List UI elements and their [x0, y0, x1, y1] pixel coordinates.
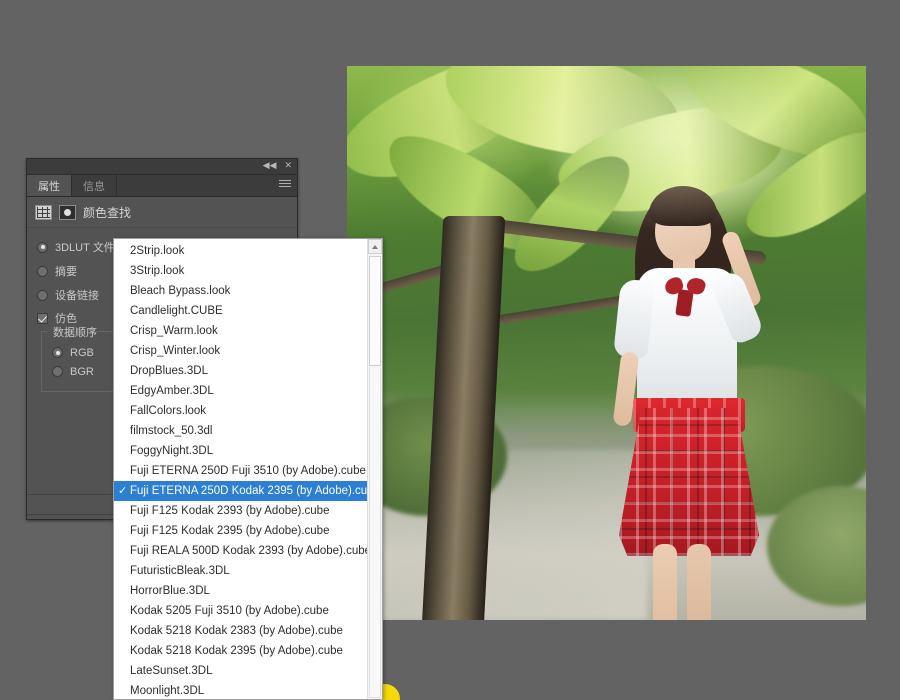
lut-dropdown-item[interactable]: Fuji F125 Kodak 2395 (by Adobe).cube — [114, 521, 367, 541]
app-window: ◀◀ ✕ 属性 信息 颜色查找 3DLUT 文件 Fuji ETERNA 250… — [0, 0, 900, 700]
document-photo[interactable] — [347, 66, 866, 620]
radio-rgb[interactable] — [52, 347, 63, 358]
lut-dropdown-item-label: HorrorBlue.3DL — [130, 585, 210, 597]
dropdown-scrollbar[interactable] — [367, 239, 382, 699]
tab-info[interactable]: 信息 — [72, 175, 117, 196]
lut-dropdown-item-label: EdgyAmber.3DL — [130, 385, 214, 397]
label-abstract: 摘要 — [55, 266, 77, 278]
radio-device-link[interactable] — [37, 289, 48, 301]
lut-dropdown-item-label: Fuji REALA 500D Kodak 2393 (by Adobe).cu… — [130, 545, 367, 557]
lut-dropdown-item[interactable]: Crisp_Winter.look — [114, 341, 367, 361]
left-leg — [653, 544, 677, 620]
panel-menu-icon[interactable] — [279, 180, 291, 190]
label-rgb: RGB — [70, 346, 94, 359]
data-order-row-rgb[interactable]: RGB — [42, 343, 124, 362]
lut-dropdown-item-label: Fuji F125 Kodak 2395 (by Adobe).cube — [130, 525, 330, 537]
lut-dropdown-item-label: Crisp_Winter.look — [130, 345, 221, 357]
lut-dropdown-item-label: Kodak 5205 Fuji 3510 (by Adobe).cube — [130, 605, 329, 617]
panel-titlebar[interactable]: ◀◀ ✕ — [27, 159, 297, 175]
radio-3dlut-file[interactable] — [37, 241, 48, 253]
lut-dropdown-item[interactable]: Bleach Bypass.look — [114, 281, 367, 301]
lut-dropdown-item[interactable]: HorrorBlue.3DL — [114, 581, 367, 601]
lut-dropdown-item[interactable]: EdgyAmber.3DL — [114, 381, 367, 401]
panel-window-controls: ◀◀ ✕ — [263, 160, 292, 171]
lut-dropdown-item[interactable]: Fuji ETERNA 250D Fuji 3510 (by Adobe).cu… — [114, 461, 367, 481]
radio-bgr[interactable] — [52, 366, 63, 377]
lut-dropdown-item-label: FallColors.look — [130, 405, 207, 417]
lut-dropdown-item[interactable]: Moonlight.3DL — [114, 681, 367, 699]
panel-header: 颜色查找 — [27, 197, 297, 228]
lut-dropdown-item[interactable]: FoggyNight.3DL — [114, 441, 367, 461]
lut-dropdown-item-label: FuturisticBleak.3DL — [130, 565, 230, 577]
panel-tab-bar: 属性 信息 — [27, 175, 297, 197]
label-bgr: BGR — [70, 365, 94, 378]
lut-dropdown-item[interactable]: Crisp_Warm.look — [114, 321, 367, 341]
lut-dropdown-item[interactable]: Kodak 5205 Fuji 3510 (by Adobe).cube — [114, 601, 367, 621]
lut-dropdown-item-label: LateSunset.3DL — [130, 665, 213, 677]
lut-dropdown-item-label: Bleach Bypass.look — [130, 285, 231, 297]
lut-dropdown-item-label: DropBlues.3DL — [130, 365, 208, 377]
plaid-skirt — [619, 408, 759, 556]
lut-dropdown[interactable]: 2Strip.look 3Strip.look Bleach Bypass.look… — [113, 238, 383, 700]
lut-dropdown-item-label: 3Strip.look — [130, 265, 185, 277]
right-leg — [687, 544, 711, 620]
tab-properties[interactable]: 属性 — [27, 175, 72, 196]
lut-dropdown-item[interactable]: Fuji REALA 500D Kodak 2393 (by Adobe).cu… — [114, 541, 367, 561]
lut-dropdown-item[interactable]: LateSunset.3DL — [114, 661, 367, 681]
scroll-up-arrow-icon[interactable] — [368, 239, 382, 254]
close-icon[interactable]: ✕ — [284, 160, 292, 171]
lut-dropdown-item-label: Crisp_Warm.look — [130, 325, 218, 337]
lut-dropdown-item[interactable]: Candlelight.CUBE — [114, 301, 367, 321]
check-icon: ✓ — [118, 485, 128, 497]
lut-dropdown-item-label: Fuji F125 Kodak 2393 (by Adobe).cube — [130, 505, 330, 517]
lut-dropdown-item[interactable]: ✓ Fuji ETERNA 250D Kodak 2395 (by Adobe).… — [114, 481, 367, 501]
scrollbar-track[interactable] — [369, 368, 381, 698]
collapse-icon[interactable]: ◀◀ — [263, 160, 277, 171]
lut-dropdown-list[interactable]: 2Strip.look 3Strip.look Bleach Bypass.look… — [114, 239, 367, 699]
radio-abstract[interactable] — [37, 265, 48, 277]
lut-dropdown-item[interactable]: FallColors.look — [114, 401, 367, 421]
photo-content — [347, 66, 866, 620]
lut-dropdown-item[interactable]: DropBlues.3DL — [114, 361, 367, 381]
page-title: 颜色查找 — [83, 205, 132, 220]
lut-dropdown-item-label: filmstock_50.3dl — [130, 425, 213, 437]
lut-dropdown-item-label: Kodak 5218 Kodak 2395 (by Adobe).cube — [130, 645, 343, 657]
person-figure — [583, 184, 783, 620]
ribbon-bow — [665, 276, 705, 317]
lut-dropdown-item[interactable]: 3Strip.look — [114, 261, 367, 281]
lut-dropdown-item[interactable]: FuturisticBleak.3DL — [114, 561, 367, 581]
lut-dropdown-item-label: Kodak 5218 Kodak 2383 (by Adobe).cube — [130, 625, 343, 637]
lut-dropdown-item-label: 2Strip.look — [130, 245, 185, 257]
lut-dropdown-item[interactable]: 2Strip.look — [114, 241, 367, 261]
scrollbar-thumb[interactable] — [369, 256, 381, 366]
lut-dropdown-item[interactable]: Kodak 5218 Kodak 2383 (by Adobe).cube — [114, 621, 367, 641]
lut-dropdown-item-label: FoggyNight.3DL — [130, 445, 214, 457]
data-order-legend: 数据顺序 — [49, 324, 101, 340]
hair-front — [649, 186, 717, 226]
grid-icon[interactable] — [35, 204, 52, 220]
lut-dropdown-item[interactable]: filmstock_50.3dl — [114, 421, 367, 441]
label-device-link: 设备链接 — [55, 290, 99, 302]
lut-dropdown-item[interactable]: Kodak 5218 Kodak 2395 (by Adobe).cube — [114, 641, 367, 661]
adjustment-icon[interactable] — [59, 204, 76, 220]
lut-dropdown-item-label: Fuji ETERNA 250D Kodak 2395 (by Adobe).c… — [130, 485, 367, 497]
data-order-row-bgr[interactable]: BGR — [42, 362, 124, 381]
lut-dropdown-item-label: Candlelight.CUBE — [130, 305, 223, 317]
checkbox-dither[interactable] — [37, 312, 48, 324]
lut-dropdown-item[interactable]: Fuji F125 Kodak 2393 (by Adobe).cube — [114, 501, 367, 521]
lut-dropdown-item-label: Moonlight.3DL — [130, 685, 205, 697]
label-3dlut-file: 3DLUT 文件 — [55, 242, 115, 254]
lut-dropdown-item-label: Fuji ETERNA 250D Fuji 3510 (by Adobe).cu… — [130, 465, 366, 477]
